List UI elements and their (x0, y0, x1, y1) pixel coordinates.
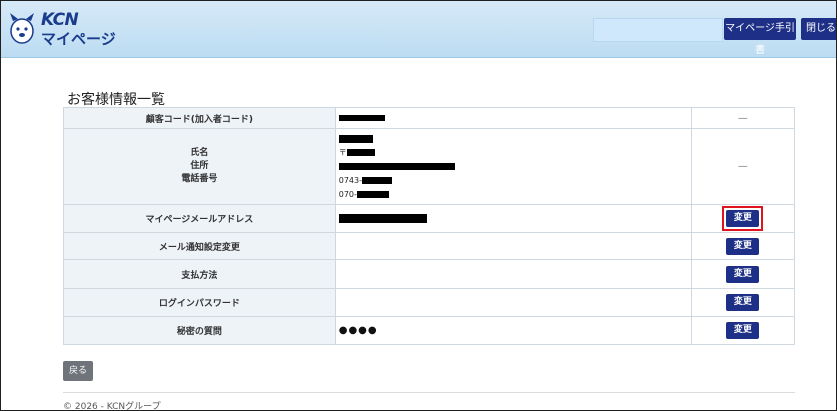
contact-values: 〒 0743- 070- (334, 128, 692, 205)
redacted-block (361, 177, 392, 184)
phone-label: 電話番号 (181, 174, 218, 184)
back-button[interactable]: 戻る (63, 361, 93, 381)
no-action-dash: — (737, 161, 748, 172)
row-action: 変更 (690, 204, 796, 233)
mascot-icon (10, 13, 34, 44)
row-label: 支払方法 (63, 259, 336, 289)
row-label: 秘密の質問 (63, 316, 336, 345)
row-action: 変更 (690, 259, 796, 289)
highlight-box: 変更 (722, 206, 764, 231)
logo-brand-text: KCN (41, 10, 79, 30)
empty-value (334, 259, 692, 289)
table-row: 支払方法 変更 (63, 259, 796, 289)
customer-code-value (334, 107, 692, 129)
redacted-block (356, 191, 389, 198)
change-email-button[interactable]: 変更 (726, 210, 760, 227)
address-value (338, 161, 691, 172)
phone1-value: 0743- (339, 175, 691, 186)
phone2-prefix: 070- (338, 190, 357, 199)
empty-value (334, 288, 692, 317)
secret-question-value: ●●●● (334, 316, 692, 345)
footer-copyright: © 2026 - KCNグループ (63, 402, 161, 411)
redacted-block (338, 213, 427, 223)
phone2-value: 070- (339, 189, 691, 200)
row-label: マイページメールアドレス (63, 204, 336, 233)
postal-value: 〒 (339, 147, 691, 158)
change-secret-question-button[interactable]: 変更 (726, 322, 760, 339)
row-label: 顧客コード(加入者コード) (63, 107, 336, 129)
row-action: 変更 (690, 316, 796, 345)
table-row: メール通知設定変更 変更 (63, 232, 796, 260)
redacted-block (338, 114, 385, 121)
redacted-block (338, 163, 455, 170)
guide-button[interactable]: マイページ手引書 (724, 18, 796, 56)
phone1-prefix: 0743- (338, 176, 362, 185)
logo-sub-text: マイページ (41, 30, 116, 48)
no-action-dash: — (737, 112, 748, 124)
row-label: ログインパスワード (63, 288, 336, 317)
redacted-block (338, 134, 373, 143)
table-row: マイページメールアドレス 変更 (63, 204, 796, 233)
email-value (334, 204, 692, 233)
postal-prefix: 〒 (338, 148, 347, 157)
masked-value: ●●●● (338, 325, 378, 336)
row-action: 変更 (690, 288, 796, 317)
table-row: 顧客コード(加入者コード) — (63, 107, 796, 129)
name-value (338, 133, 691, 144)
customer-info-table: 顧客コード(加入者コード) — 氏名 住所 電話番号 〒 0743- 070- … (63, 107, 796, 345)
page-title: お客様情報一覧 (67, 92, 165, 108)
table-row: 秘密の質問 ●●●● 変更 (63, 316, 796, 345)
row-action: — (690, 107, 796, 129)
redacted-block (346, 149, 375, 156)
change-payment-button[interactable]: 変更 (726, 265, 760, 283)
footer-divider (63, 392, 795, 393)
row-label-group: 氏名 住所 電話番号 (63, 128, 336, 205)
table-row: ログインパスワード 変更 (63, 288, 796, 317)
row-action: — (690, 128, 796, 205)
kcn-mypage-logo[interactable]: KCN マイページ (7, 7, 127, 51)
address-label: 住所 (190, 161, 209, 171)
header-bar: KCN マイページ マイページ手引書 閉じる (1, 1, 836, 58)
close-button[interactable]: 閉じる (801, 18, 836, 40)
name-label: 氏名 (190, 148, 209, 158)
row-label: メール通知設定変更 (63, 232, 336, 260)
browser-frame: KCN マイページ マイページ手引書 閉じる お客様情報一覧 顧客コード(加入者… (0, 0, 837, 411)
table-row: 氏名 住所 電話番号 〒 0743- 070- — (63, 128, 796, 205)
header-search-field[interactable] (593, 18, 723, 42)
change-notification-button[interactable]: 変更 (726, 237, 760, 255)
row-action: 変更 (690, 232, 796, 260)
empty-value (334, 232, 692, 260)
change-password-button[interactable]: 変更 (726, 294, 760, 311)
